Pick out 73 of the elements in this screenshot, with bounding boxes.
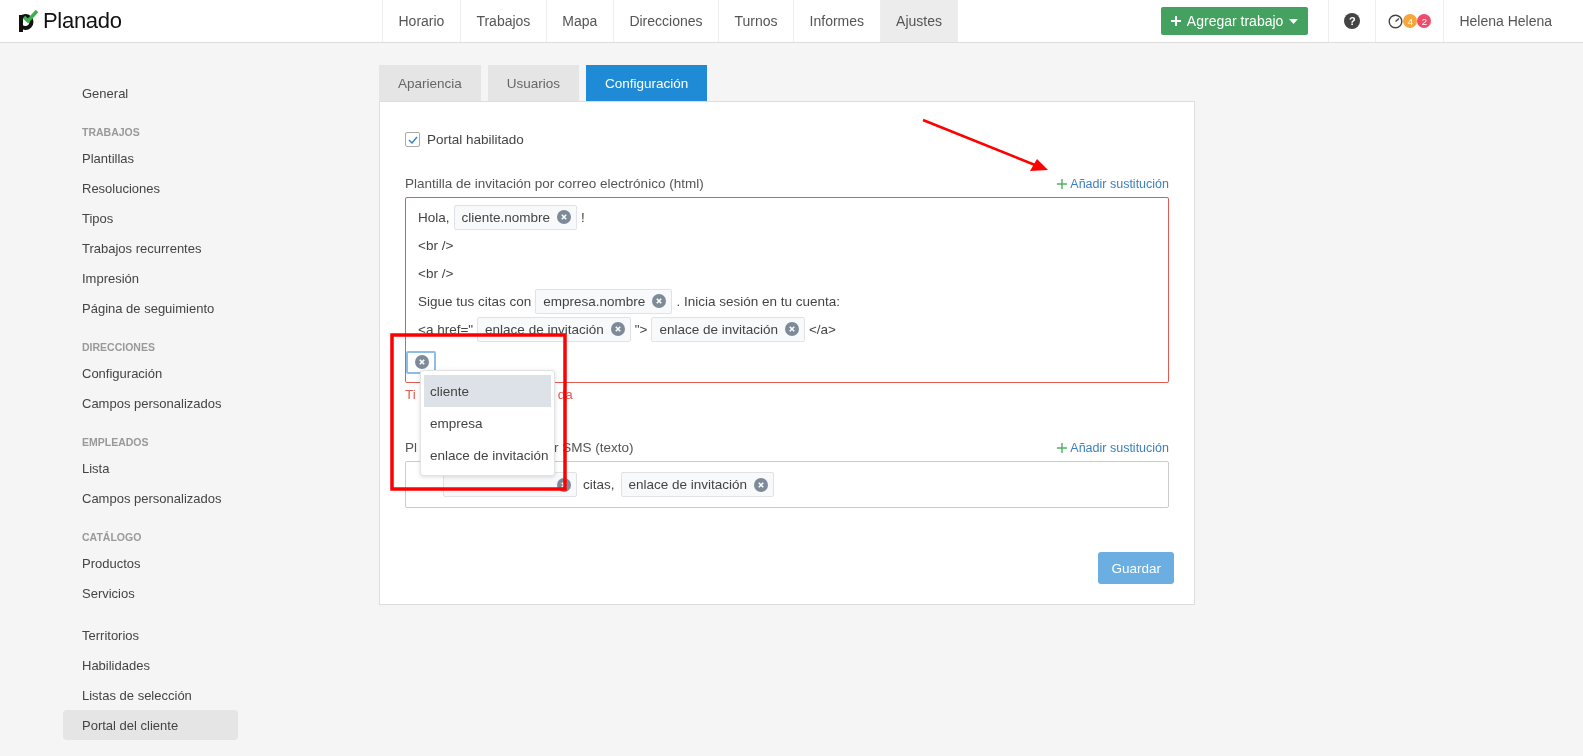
sidebar-item[interactable]: Campos personalizados (63, 388, 238, 418)
help-icon[interactable]: ? (1344, 13, 1361, 29)
sidebar-item[interactable]: Campos personalizados (63, 483, 238, 513)
settings-tab[interactable]: Apariencia (379, 65, 481, 101)
dropdown-option[interactable]: cliente (424, 375, 551, 407)
template-text: Hola, (418, 209, 450, 225)
sidebar-item[interactable]: Servicios (63, 578, 238, 608)
nav-tab[interactable]: Turnos (718, 0, 794, 42)
plus-icon (1170, 16, 1181, 26)
nav-tab[interactable]: Direcciones (612, 0, 719, 42)
field-label: Pl (405, 440, 417, 455)
error-text: Ti (405, 387, 416, 404)
count-badge: 2 (1417, 14, 1432, 28)
field-label: Plantilla de invitación por correo electrónico (html) (405, 176, 704, 191)
nav-tab[interactable]: Trabajos (459, 0, 546, 42)
sidebar-item[interactable]: General (63, 78, 238, 108)
template-text: <br /> (418, 265, 454, 281)
gauge-icon[interactable] (1388, 13, 1404, 29)
variable-tag[interactable]: empresa.nombre (535, 288, 673, 314)
sidebar-item[interactable]: Portal del cliente (63, 710, 238, 740)
template-text: "> (634, 321, 648, 337)
sidebar-item[interactable]: Lista (63, 453, 238, 483)
template-text: <a href=" (418, 321, 474, 337)
plus-icon (1057, 443, 1068, 453)
nav-tab[interactable]: Horario (382, 0, 460, 42)
sidebar-item[interactable]: Habilidades (63, 650, 238, 680)
template-text: . Inicia sesión en tu cuenta: (676, 293, 840, 309)
variable-tag[interactable]: cliente.nombre (453, 204, 578, 230)
sidebar-item[interactable]: Configuración (63, 358, 238, 388)
sidebar-item[interactable]: Tipos (63, 203, 238, 233)
variable-tag[interactable]: enlace de invitación (651, 316, 805, 342)
nav-tab[interactable]: Mapa (545, 0, 613, 42)
sidebar-heading: CATÁLOGO (81, 530, 143, 545)
template-text: <br /> (418, 237, 454, 253)
sidebar-heading: TRABAJOS (81, 125, 141, 140)
caret-icon (1289, 18, 1299, 24)
sidebar-item[interactable]: Territorios (63, 620, 238, 650)
add-substitution-link[interactable]: Añadir sustitución (1057, 177, 1169, 191)
remove-icon[interactable] (557, 210, 572, 224)
template-text: citas, (583, 477, 615, 492)
remove-icon[interactable] (652, 294, 667, 308)
settings-tab[interactable]: Usuarios (487, 65, 580, 101)
variable-tag[interactable]: enlace de invitación (620, 472, 775, 497)
settings-tab[interactable]: Configuración (586, 65, 708, 101)
remove-icon[interactable] (557, 477, 571, 492)
add-substitution-link[interactable]: Añadir sustitución (1057, 441, 1169, 455)
sidebar-item[interactable]: Plantillas (63, 143, 238, 173)
checkbox-label: Portal habilitado (427, 132, 524, 147)
sidebar-item[interactable]: Listas de selección (63, 680, 238, 710)
variable-tag[interactable]: enlace de invitación (477, 316, 631, 342)
template-text: Sigue tus citas con (418, 293, 532, 309)
sidebar-item[interactable]: Página de seguimiento (63, 293, 238, 323)
nav-tab[interactable]: Ajustes (879, 0, 959, 42)
remove-icon[interactable] (415, 355, 429, 369)
template-text: ! (581, 209, 585, 225)
sidebar-item[interactable]: Trabajos recurrentes (63, 233, 238, 263)
remove-icon[interactable] (610, 322, 625, 336)
brand-name: Planado (43, 8, 122, 34)
count-badge: 4 (1403, 14, 1418, 28)
sidebar-heading: DIRECCIONES (81, 340, 156, 355)
remove-icon[interactable] (784, 322, 799, 336)
logo-icon (18, 9, 40, 33)
dropdown-option[interactable]: empresa (424, 407, 551, 439)
checkbox[interactable] (405, 132, 420, 147)
template-text: </a> (808, 321, 836, 337)
sidebar-item[interactable]: Impresión (63, 263, 238, 293)
user-name[interactable]: Helena Helena (1443, 0, 1583, 42)
sidebar-item[interactable]: Resoluciones (63, 173, 238, 203)
sidebar-heading: EMPLEADOS (81, 435, 150, 450)
sidebar-item[interactable]: Productos (63, 548, 238, 578)
plus-icon (1057, 179, 1068, 189)
nav-tab[interactable]: Informes (793, 0, 880, 42)
remove-icon[interactable] (754, 477, 769, 492)
